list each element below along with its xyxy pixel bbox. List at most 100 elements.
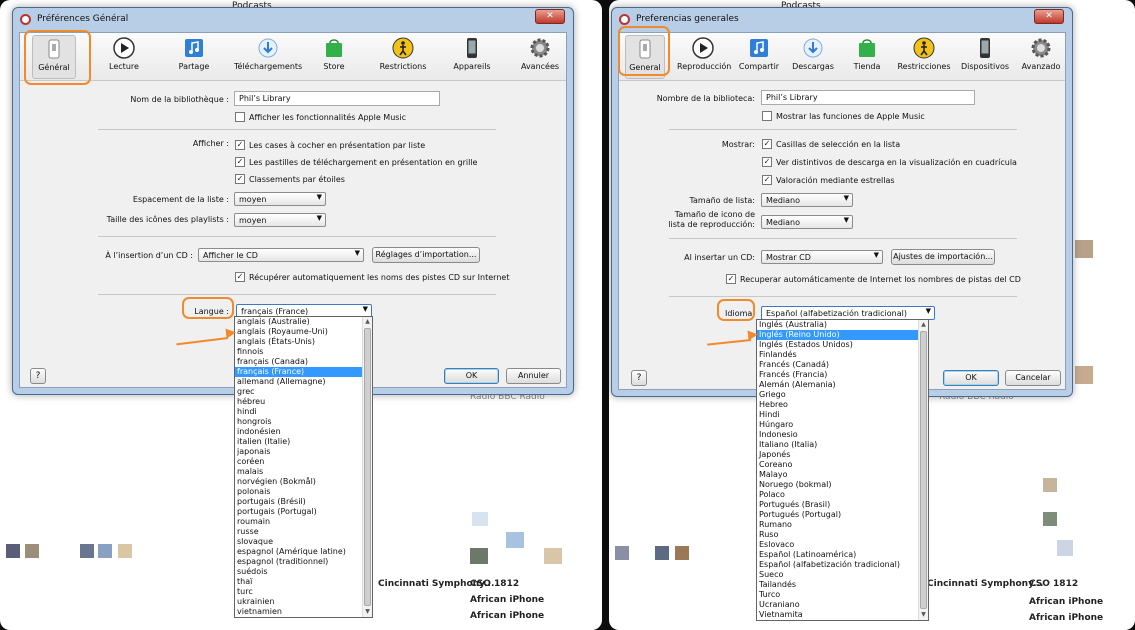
help-button[interactable]: ? <box>30 368 46 384</box>
tab-advanced[interactable]: Avancées <box>520 35 560 79</box>
language-option[interactable]: Malayo <box>757 470 928 480</box>
playlist-icon-size-select[interactable]: moyen ▼ <box>234 213 326 227</box>
language-option[interactable]: thaï <box>235 577 372 587</box>
language-option[interactable]: espagnol (traditionnel) <box>235 557 372 567</box>
language-option[interactable]: Español (Latinoamérica) <box>757 550 928 560</box>
scroll-up-icon[interactable]: ▲ <box>363 317 372 327</box>
language-option[interactable]: ukrainien <box>235 597 372 607</box>
language-option[interactable]: allemand (Allemagne) <box>235 377 372 387</box>
language-option[interactable]: Ucraniano <box>757 600 928 610</box>
language-option[interactable]: espagnol (Amérique latine) <box>235 547 372 557</box>
language-option[interactable]: Portugués (Brasil) <box>757 500 928 510</box>
language-option[interactable]: japonais <box>235 447 372 457</box>
language-option[interactable]: portugais (Brésil) <box>235 497 372 507</box>
ok-button[interactable]: OK <box>943 370 999 386</box>
scroll-down-icon[interactable]: ▼ <box>363 607 372 617</box>
language-option[interactable]: malais <box>235 467 372 477</box>
language-option[interactable]: français (France) <box>235 367 372 377</box>
language-option[interactable]: norvégien (Bokmål) <box>235 477 372 487</box>
import-settings-button[interactable]: Ajustes de importación... <box>891 249 995 265</box>
language-option[interactable]: Español (alfabetización tradicional) <box>757 560 928 570</box>
cd-track-names-checkbox[interactable]: ✓ <box>235 272 245 282</box>
language-option[interactable]: Hebreo <box>757 400 928 410</box>
tab-advanced[interactable]: Avanzado <box>1019 35 1063 79</box>
tab-playback[interactable]: Reproducción <box>677 35 731 79</box>
list-spacing-select[interactable]: moyen ▼ <box>234 192 326 206</box>
language-option[interactable]: Inglés (Estados Unidos) <box>757 340 928 350</box>
language-option[interactable]: Húngaro <box>757 420 928 430</box>
close-button[interactable]: ✕ <box>535 9 565 24</box>
cd-insert-select[interactable]: Afficher le CD ▼ <box>198 248 364 262</box>
language-option[interactable]: finnois <box>235 347 372 357</box>
language-option[interactable]: Turco <box>757 590 928 600</box>
language-option[interactable]: Noruego (bokmal) <box>757 480 928 490</box>
language-option[interactable]: Francés (Francia) <box>757 370 928 380</box>
language-option[interactable]: Sueco <box>757 570 928 580</box>
language-option[interactable]: français (Canada) <box>235 357 372 367</box>
language-option[interactable]: anglais (Royaume-Uni) <box>235 327 372 337</box>
close-button[interactable]: ✕ <box>1034 9 1064 24</box>
language-option[interactable]: Coreano <box>757 460 928 470</box>
language-option[interactable]: Griego <box>757 390 928 400</box>
language-option[interactable]: italien (Italie) <box>235 437 372 447</box>
tab-sharing[interactable]: Compartir <box>737 35 781 79</box>
help-button[interactable]: ? <box>631 370 647 386</box>
language-option[interactable]: Vietnamita <box>757 610 928 620</box>
language-option[interactable]: slovaque <box>235 537 372 547</box>
download-badges-checkbox[interactable]: ✓ <box>762 157 772 167</box>
tab-sharing[interactable]: Partage <box>174 35 214 79</box>
cancel-button[interactable]: Annuler <box>506 368 561 384</box>
language-option[interactable]: Hindi <box>757 410 928 420</box>
tab-downloads[interactable]: Téléchargements <box>234 35 302 79</box>
language-option[interactable]: Eslovaco <box>757 540 928 550</box>
scrollbar-thumb[interactable] <box>364 328 371 606</box>
dropdown-scrollbar[interactable]: ▲ ▼ <box>362 317 372 617</box>
language-option[interactable]: Inglés (Australia) <box>757 320 928 330</box>
language-option[interactable]: Finlandés <box>757 350 928 360</box>
tab-downloads[interactable]: Descargas <box>791 35 835 79</box>
star-ratings-checkbox[interactable]: ✓ <box>235 174 245 184</box>
library-name-field[interactable]: Phil’s Library <box>761 90 975 105</box>
list-checkboxes-checkbox[interactable]: ✓ <box>235 140 245 150</box>
apple-music-checkbox[interactable] <box>235 112 245 122</box>
language-option[interactable]: indonésien <box>235 427 372 437</box>
apple-music-checkbox[interactable] <box>762 111 772 121</box>
cd-track-names-checkbox[interactable]: ✓ <box>726 274 736 284</box>
language-option[interactable]: Rumano <box>757 520 928 530</box>
tab-devices[interactable]: Dispositivos <box>959 35 1011 79</box>
language-select[interactable]: Español (alfabetización tradicional) ▼ <box>761 306 935 320</box>
language-option[interactable]: roumain <box>235 517 372 527</box>
language-option[interactable]: Alemán (Alemania) <box>757 380 928 390</box>
scroll-up-icon[interactable]: ▲ <box>919 320 928 330</box>
tab-restrictions[interactable]: Restrictions <box>378 35 428 79</box>
language-option[interactable]: Polaco <box>757 490 928 500</box>
language-option[interactable]: anglais (États-Unis) <box>235 337 372 347</box>
language-option[interactable]: polonais <box>235 487 372 497</box>
language-option[interactable]: Ruso <box>757 530 928 540</box>
language-dropdown-list[interactable]: Inglés (Australia) Inglés (Reino Unido) In… <box>756 319 929 621</box>
library-name-field[interactable]: Phil’s Library <box>234 91 440 106</box>
language-option[interactable]: portugais (Portugal) <box>235 507 372 517</box>
language-option[interactable]: coréen <box>235 457 372 467</box>
language-option[interactable]: russe <box>235 527 372 537</box>
language-option[interactable]: turc <box>235 587 372 597</box>
language-option[interactable]: Italiano (Italia) <box>757 440 928 450</box>
language-option[interactable]: hongrois <box>235 417 372 427</box>
tab-playback[interactable]: Lecture <box>104 35 144 79</box>
tab-store[interactable]: Tienda <box>851 35 883 79</box>
import-settings-button[interactable]: Réglages d’importation... <box>372 247 480 263</box>
ok-button[interactable]: OK <box>444 368 499 384</box>
language-option[interactable]: Indonesio <box>757 430 928 440</box>
language-option[interactable]: suédois <box>235 567 372 577</box>
language-option[interactable]: anglais (Australie) <box>235 317 372 327</box>
language-dropdown-list[interactable]: anglais (Australie) anglais (Royaume-Uni)… <box>234 316 373 618</box>
star-ratings-checkbox[interactable]: ✓ <box>762 175 772 185</box>
cd-insert-select[interactable]: Mostrar CD ▼ <box>761 250 883 264</box>
language-option[interactable]: hébreu <box>235 397 372 407</box>
list-checkboxes-checkbox[interactable]: ✓ <box>762 139 772 149</box>
language-option[interactable]: Portugués (Portugal) <box>757 510 928 520</box>
language-option[interactable]: Japonés <box>757 450 928 460</box>
playlist-icon-size-select[interactable]: Mediano ▼ <box>761 215 853 229</box>
list-spacing-select[interactable]: Mediano ▼ <box>761 193 853 207</box>
download-badges-checkbox[interactable]: ✓ <box>235 157 245 167</box>
